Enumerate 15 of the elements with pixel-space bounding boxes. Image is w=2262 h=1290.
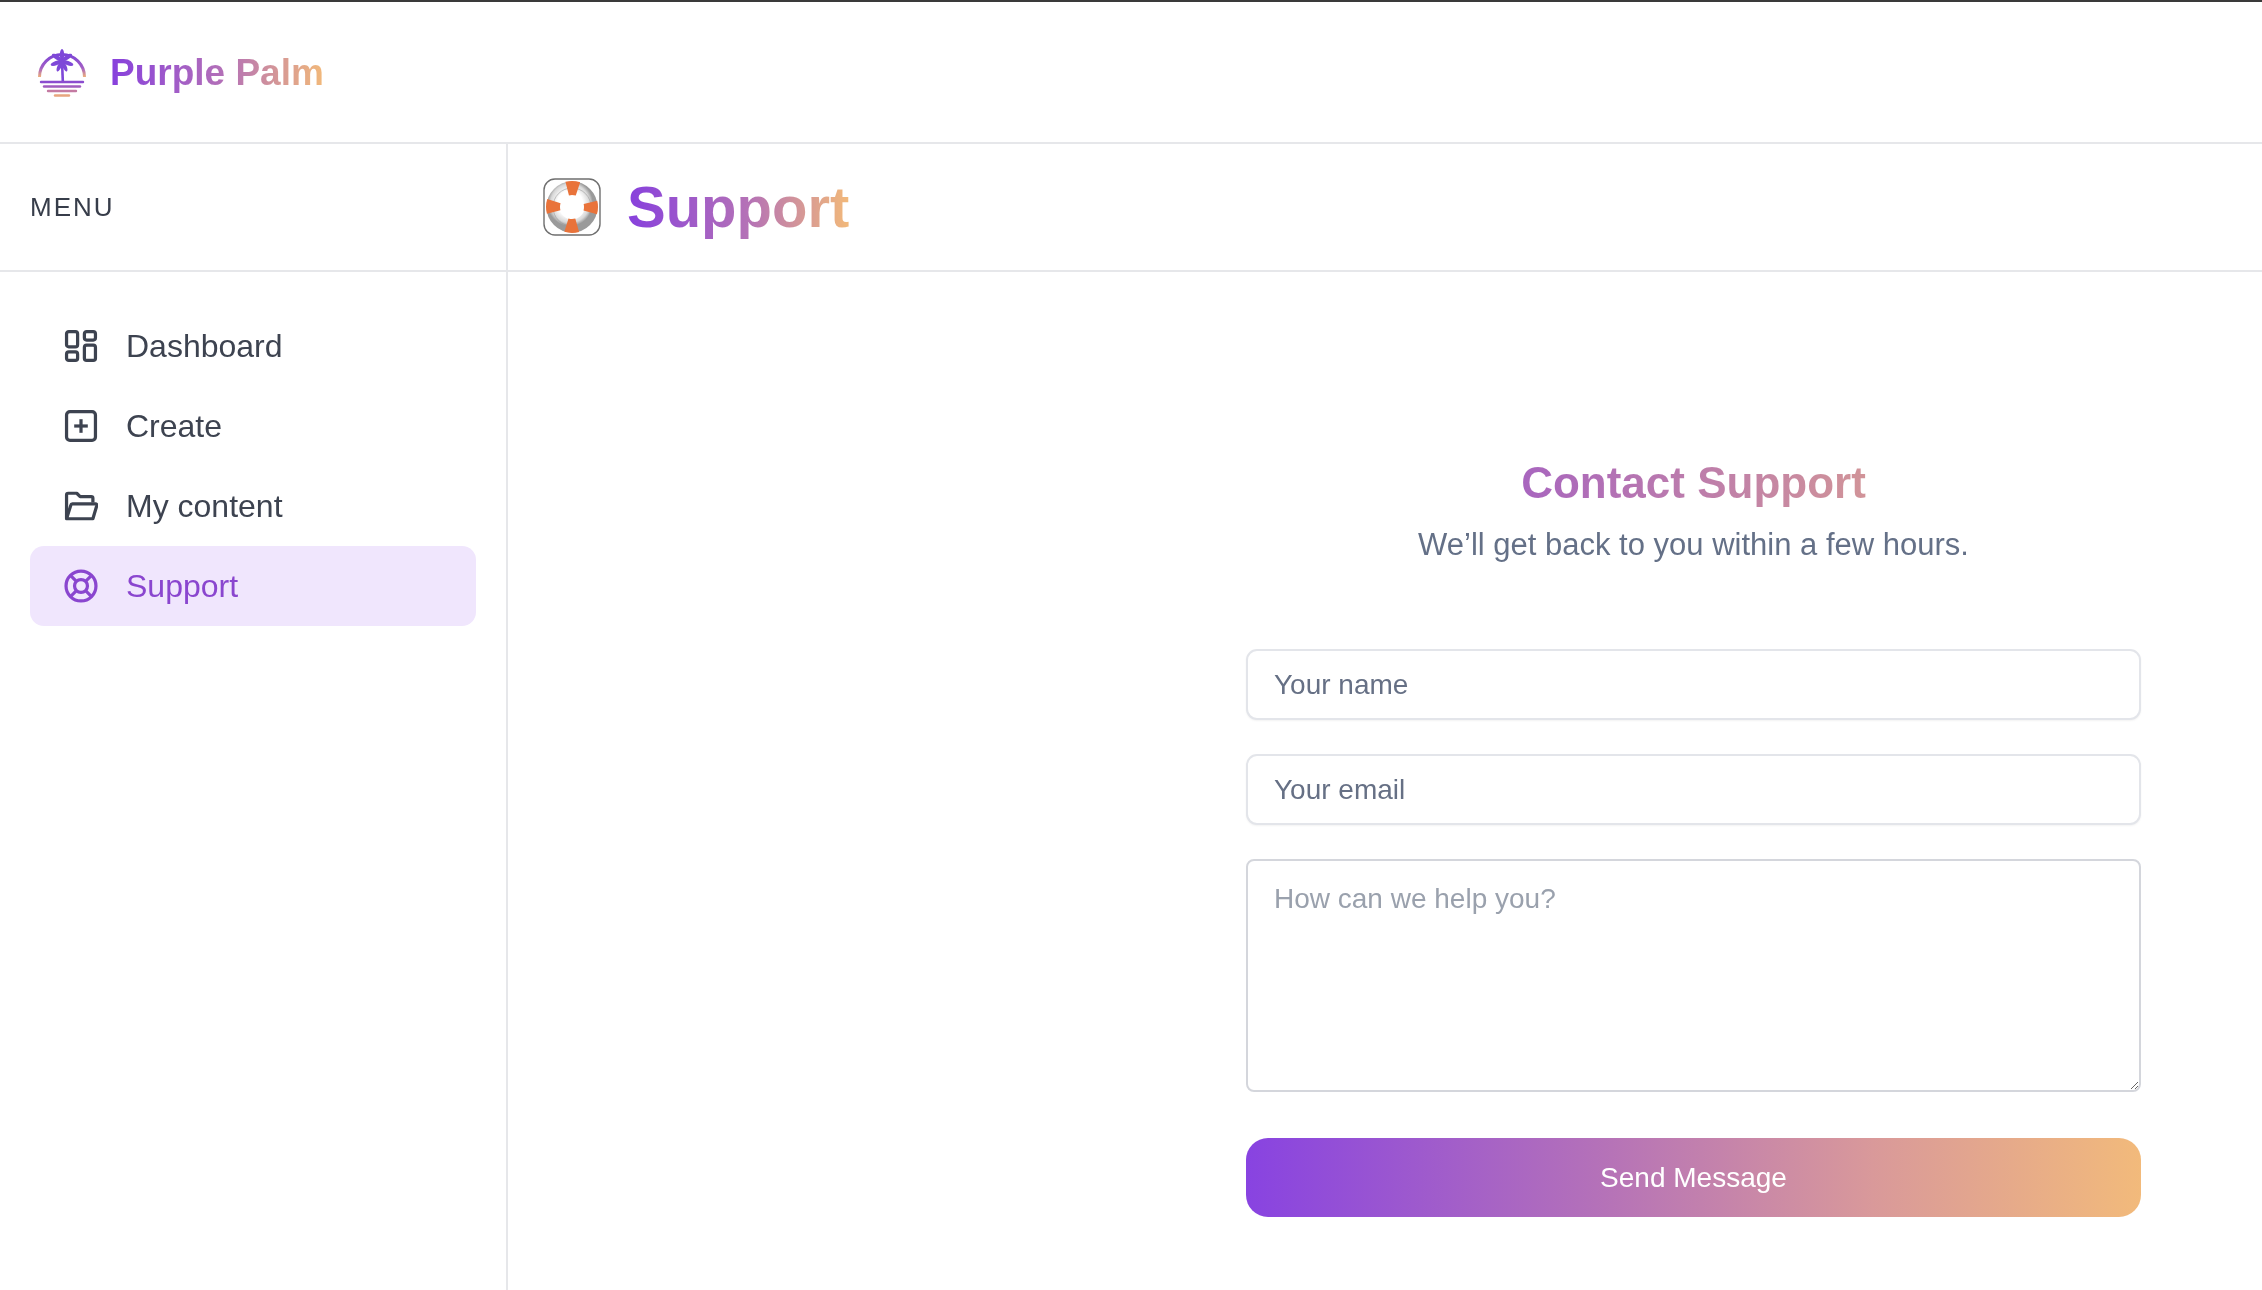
sidebar-item[interactable]: My content	[30, 466, 476, 546]
palm-logo-icon	[36, 46, 88, 98]
grid-icon	[64, 329, 98, 363]
menu-heading: MENU	[30, 191, 115, 223]
message-field[interactable]: How can we help you?	[1246, 859, 2141, 1092]
form-subtitle: We’ll get back to you within a few hours.	[1417, 526, 1970, 564]
sidebar-item[interactable]: Dashboard	[30, 306, 476, 386]
sidebar-item[interactable]: Create	[30, 386, 476, 466]
lifebuoy-icon	[64, 569, 98, 603]
input-field[interactable]: Your email	[1246, 754, 2141, 825]
input-field[interactable]: Your name	[1246, 649, 2141, 720]
lifebuoy-icon	[542, 177, 602, 237]
sidebar-item[interactable]: Support	[30, 546, 476, 626]
folder-icon	[64, 489, 98, 523]
plus-square-icon	[64, 409, 98, 443]
